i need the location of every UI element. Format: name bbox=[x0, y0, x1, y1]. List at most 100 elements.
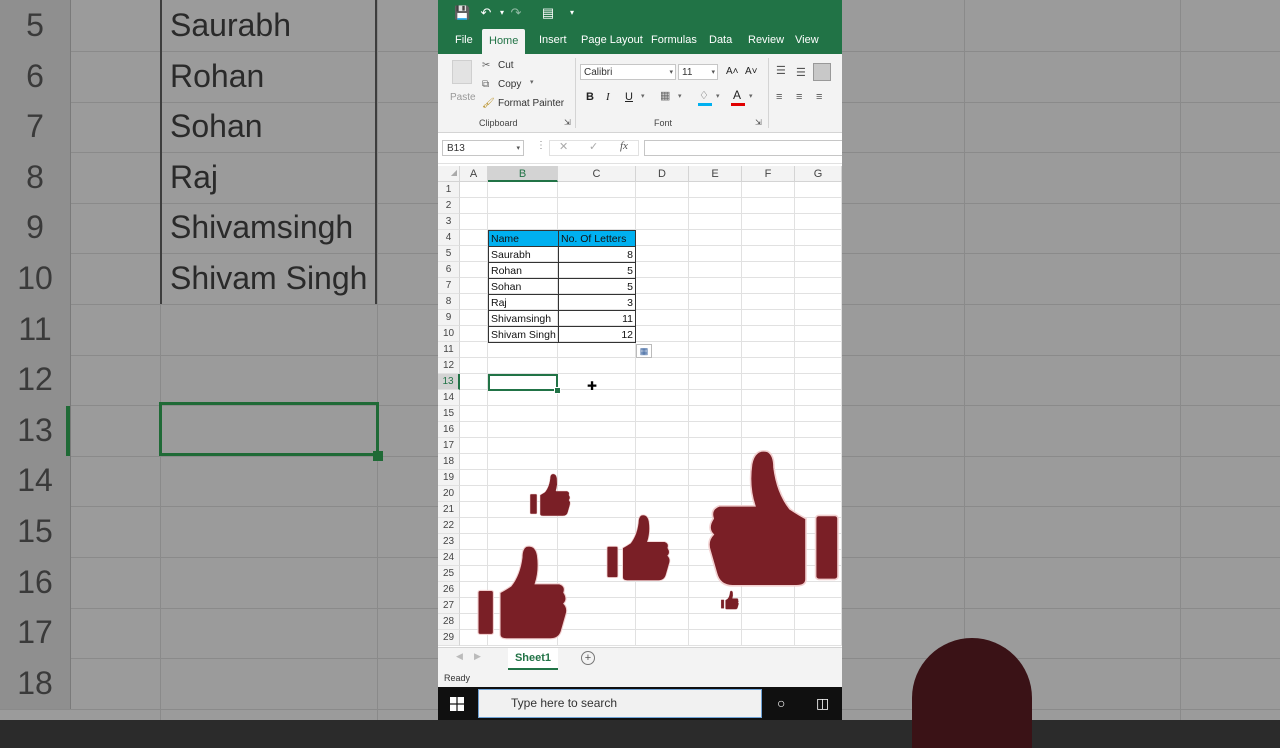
align-bottom-button[interactable] bbox=[813, 63, 831, 81]
column-header-d[interactable]: D bbox=[636, 166, 689, 182]
dialog-launcher-icon[interactable]: ⇲ bbox=[564, 118, 571, 127]
name-cell[interactable]: Saurabh bbox=[488, 246, 559, 263]
row-header-15[interactable]: 15 bbox=[438, 406, 460, 422]
name-cell[interactable]: Rohan bbox=[488, 262, 559, 279]
thumbs-up-icon bbox=[720, 590, 739, 610]
row-header-14[interactable]: 14 bbox=[438, 390, 460, 406]
row-header-2[interactable]: 2 bbox=[438, 198, 460, 214]
column-header-a[interactable]: A bbox=[460, 166, 488, 182]
column-header-f[interactable]: F bbox=[742, 166, 795, 182]
letter-count-cell[interactable]: 11 bbox=[558, 310, 636, 327]
form-icon[interactable]: ▤ bbox=[540, 6, 556, 20]
align-middle-icon[interactable]: ☰ bbox=[796, 66, 806, 79]
scroll-right-icon[interactable]: ▶ bbox=[474, 651, 481, 662]
table-header-cell[interactable]: No. Of Letters bbox=[558, 230, 636, 247]
column-header-b[interactable]: B bbox=[488, 166, 558, 182]
row-header-11[interactable]: 11 bbox=[438, 342, 460, 358]
name-cell[interactable]: Shivam Singh bbox=[488, 326, 559, 343]
borders-icon[interactable]: ▦ bbox=[660, 89, 670, 102]
copy-label: Copy bbox=[498, 79, 522, 90]
font-name-combo[interactable]: Calibri ▾ bbox=[580, 64, 676, 80]
cancel-icon[interactable]: ✕ bbox=[559, 140, 568, 153]
chevron-down-icon[interactable]: ▾ bbox=[678, 92, 682, 100]
font-color-button[interactable]: A bbox=[731, 88, 745, 106]
paste-button[interactable]: Paste bbox=[450, 58, 476, 108]
select-all-corner[interactable]: ◢ bbox=[438, 166, 460, 182]
grow-font-icon[interactable]: A˄ bbox=[726, 66, 739, 77]
selected-cell-b13[interactable] bbox=[488, 374, 558, 391]
customize-qat-icon[interactable]: ▾ bbox=[564, 6, 580, 20]
tab-insert[interactable]: Insert bbox=[532, 27, 574, 54]
dialog-launcher-icon[interactable]: ⇲ bbox=[755, 118, 762, 127]
name-cell[interactable]: Raj bbox=[488, 294, 559, 311]
row-header-1[interactable]: 1 bbox=[438, 182, 460, 198]
cut-button[interactable]: ✂ Cut bbox=[482, 58, 542, 74]
row-header-12[interactable]: 12 bbox=[438, 358, 460, 374]
insert-function-button[interactable]: fx bbox=[620, 140, 628, 152]
tab-formulas[interactable]: Formulas bbox=[644, 27, 704, 54]
row-header-3[interactable]: 3 bbox=[438, 214, 460, 230]
letter-count-cell[interactable]: 12 bbox=[558, 326, 636, 343]
italic-button[interactable]: I bbox=[606, 91, 610, 103]
format-painter-button[interactable]: 🖌 Format Painter bbox=[482, 96, 568, 112]
row-header-13[interactable]: 13 bbox=[438, 374, 460, 390]
align-top-icon[interactable]: ☰ bbox=[776, 64, 786, 77]
bold-button[interactable]: B bbox=[586, 91, 594, 103]
letter-count-cell[interactable]: 3 bbox=[558, 294, 636, 311]
formula-input[interactable] bbox=[644, 140, 842, 156]
letter-count-cell[interactable]: 8 bbox=[558, 246, 636, 263]
column-header-e[interactable]: E bbox=[689, 166, 742, 182]
row-header-9[interactable]: 9 bbox=[438, 310, 460, 326]
align-center-icon[interactable]: ≡ bbox=[796, 91, 802, 103]
row-header-8[interactable]: 8 bbox=[438, 294, 460, 310]
windows-icon[interactable] bbox=[450, 697, 464, 711]
undo-icon[interactable]: ↶ bbox=[478, 6, 494, 20]
row-header-6[interactable]: 6 bbox=[438, 262, 460, 278]
table-header-cell[interactable]: Name bbox=[488, 230, 559, 247]
chevron-down-icon[interactable]: ▾ bbox=[716, 92, 720, 100]
brush-icon: 🖌 bbox=[482, 98, 495, 109]
fill-color-button[interactable]: ♢ bbox=[698, 90, 712, 106]
shrink-font-icon[interactable]: A˅ bbox=[745, 66, 758, 77]
tab-home[interactable]: Home bbox=[482, 29, 526, 54]
tab-file[interactable]: File bbox=[448, 27, 480, 54]
name-cell[interactable]: Shivamsingh bbox=[488, 310, 559, 327]
scroll-left-icon[interactable]: ◀ bbox=[456, 651, 463, 662]
redo-icon[interactable]: ↷ bbox=[508, 6, 524, 20]
row-header-10[interactable]: 10 bbox=[438, 326, 460, 342]
align-right-icon[interactable]: ≡ bbox=[816, 91, 822, 103]
grid-row-line bbox=[460, 421, 842, 422]
underline-button[interactable]: U bbox=[625, 91, 633, 103]
row-header-5[interactable]: 5 bbox=[438, 246, 460, 262]
letter-count-cell[interactable]: 5 bbox=[558, 262, 636, 279]
row-header-4[interactable]: 4 bbox=[438, 230, 460, 246]
bg-row-number: 7 bbox=[0, 101, 71, 153]
task-view-icon[interactable]: ◫ bbox=[816, 695, 829, 712]
tab-review[interactable]: Review bbox=[741, 27, 791, 54]
cortana-icon[interactable]: ○ bbox=[777, 695, 785, 711]
name-cell[interactable]: Sohan bbox=[488, 278, 559, 295]
sheet-tab-sheet1[interactable]: Sheet1 bbox=[508, 648, 558, 670]
enter-icon[interactable]: ✓ bbox=[589, 140, 598, 153]
column-header-g[interactable]: G bbox=[795, 166, 842, 182]
save-icon[interactable]: 💾 bbox=[454, 6, 470, 20]
bg-row-number: 14 bbox=[0, 455, 71, 507]
tab-page-layout[interactable]: Page Layout bbox=[574, 27, 650, 54]
thumbs-up-stickers bbox=[477, 450, 839, 640]
align-left-icon[interactable]: ≡ bbox=[776, 91, 782, 103]
tab-view[interactable]: View bbox=[788, 27, 826, 54]
quick-analysis-icon[interactable]: ▦ bbox=[636, 344, 652, 358]
taskbar-search-input[interactable]: Type here to search bbox=[478, 689, 762, 718]
row-header-7[interactable]: 7 bbox=[438, 278, 460, 294]
chevron-down-icon[interactable]: ▾ bbox=[641, 92, 645, 100]
chevron-down-icon[interactable]: ▾ bbox=[749, 92, 753, 100]
letter-count-cell[interactable]: 5 bbox=[558, 278, 636, 295]
copy-button[interactable]: ⧉ Copy ▾ bbox=[482, 77, 552, 93]
add-sheet-icon[interactable]: + bbox=[581, 651, 595, 665]
name-box[interactable]: B13 ▾ bbox=[442, 140, 524, 156]
row-header-16[interactable]: 16 bbox=[438, 422, 460, 438]
fill-handle[interactable] bbox=[554, 387, 561, 394]
column-header-c[interactable]: C bbox=[558, 166, 636, 182]
font-size-combo[interactable]: 11 ▾ bbox=[678, 64, 718, 80]
tab-data[interactable]: Data bbox=[702, 27, 739, 54]
